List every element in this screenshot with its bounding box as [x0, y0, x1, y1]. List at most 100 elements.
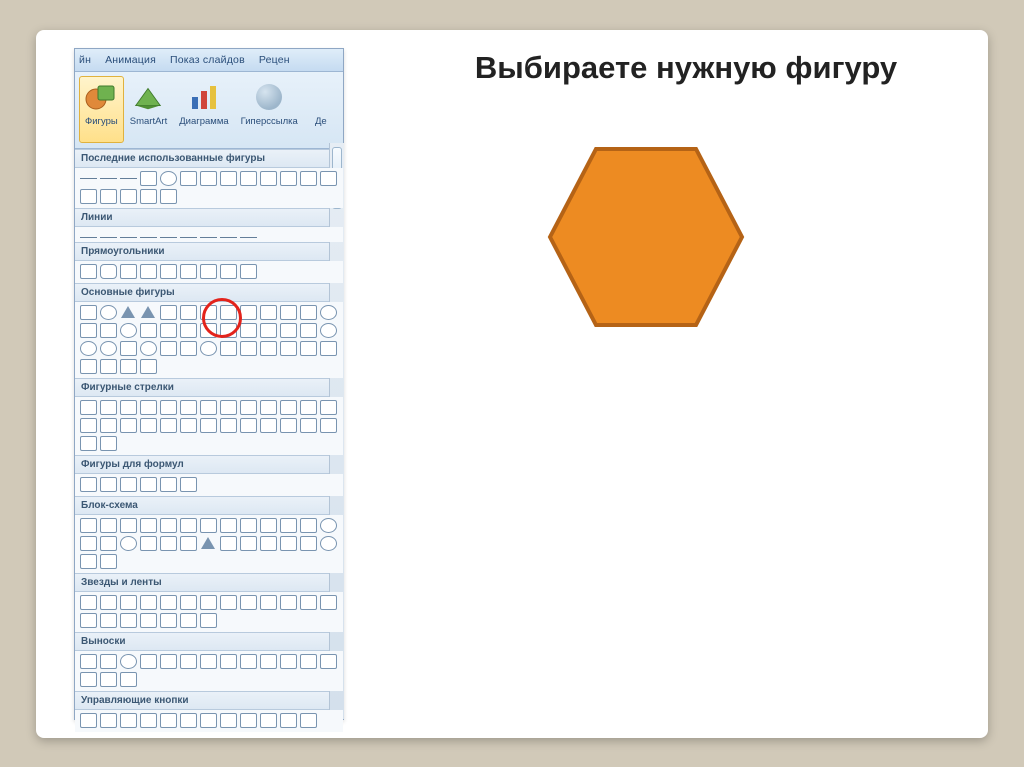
flow-icon[interactable]	[200, 518, 217, 533]
triangle-icon[interactable]	[120, 305, 137, 320]
shapes-button[interactable]: Фигуры	[79, 76, 124, 143]
flow-icon[interactable]	[160, 518, 177, 533]
shape-icon[interactable]	[240, 305, 257, 320]
action-button[interactable]: Де	[304, 76, 338, 143]
star-icon[interactable]	[120, 613, 137, 628]
flow-icon[interactable]	[120, 518, 137, 533]
oval-icon[interactable]	[160, 171, 177, 186]
flow-icon[interactable]	[140, 536, 157, 551]
shape-icon[interactable]	[320, 305, 337, 320]
shape-icon[interactable]	[80, 189, 97, 204]
line-icon[interactable]	[160, 237, 177, 238]
star-icon[interactable]	[200, 595, 217, 610]
star-icon[interactable]	[280, 595, 297, 610]
textbox-icon[interactable]	[80, 305, 97, 320]
divide-icon[interactable]	[140, 477, 157, 492]
shape-icon[interactable]	[260, 171, 277, 186]
star-icon[interactable]	[160, 613, 177, 628]
flow-icon[interactable]	[80, 554, 97, 569]
star-icon[interactable]	[120, 595, 137, 610]
callout-icon[interactable]	[320, 654, 337, 669]
rect-icon[interactable]	[240, 264, 257, 279]
line-icon[interactable]	[180, 237, 197, 238]
flow-icon[interactable]	[280, 518, 297, 533]
flow-icon[interactable]	[220, 518, 237, 533]
flow-icon[interactable]	[300, 518, 317, 533]
shape-icon[interactable]	[300, 305, 317, 320]
shape-icon[interactable]	[320, 323, 337, 338]
flow-icon[interactable]	[260, 518, 277, 533]
actionbtn-icon[interactable]	[200, 713, 217, 728]
actionbtn-icon[interactable]	[220, 713, 237, 728]
star-icon[interactable]	[300, 595, 317, 610]
flow-icon[interactable]	[80, 518, 97, 533]
actionbtn-icon[interactable]	[300, 713, 317, 728]
star-icon[interactable]	[320, 595, 337, 610]
shape-icon[interactable]	[80, 359, 97, 374]
shape-icon[interactable]	[120, 341, 137, 356]
flow-icon[interactable]	[140, 518, 157, 533]
flow-icon[interactable]	[300, 536, 317, 551]
shape-icon[interactable]	[100, 359, 117, 374]
shape-icon[interactable]	[200, 171, 217, 186]
star-icon[interactable]	[200, 613, 217, 628]
shape-icon[interactable]	[80, 341, 97, 356]
multiply-icon[interactable]	[120, 477, 137, 492]
flow-icon[interactable]	[240, 518, 257, 533]
tab-design[interactable]: йн	[79, 54, 91, 66]
actionbtn-icon[interactable]	[180, 713, 197, 728]
hyperlink-button[interactable]: Гиперссылка	[235, 76, 304, 143]
flow-icon[interactable]	[320, 518, 337, 533]
shape-icon[interactable]	[120, 189, 137, 204]
arrow-icon[interactable]	[280, 400, 297, 415]
shape-icon[interactable]	[280, 171, 297, 186]
star-icon[interactable]	[80, 613, 97, 628]
actionbtn-icon[interactable]	[80, 713, 97, 728]
callout-icon[interactable]	[80, 654, 97, 669]
arrow-icon[interactable]	[220, 400, 237, 415]
notequal-icon[interactable]	[180, 477, 197, 492]
shape-icon[interactable]	[220, 171, 237, 186]
star-icon[interactable]	[180, 613, 197, 628]
tab-animation[interactable]: Анимация	[105, 54, 156, 66]
shape-icon[interactable]	[140, 359, 157, 374]
arrow-icon[interactable]	[160, 418, 177, 433]
actionbtn-icon[interactable]	[240, 713, 257, 728]
rect-icon[interactable]	[140, 171, 157, 186]
shape-icon[interactable]	[320, 341, 337, 356]
shape-icon[interactable]	[100, 341, 117, 356]
shape-icon[interactable]	[260, 323, 277, 338]
diamond-icon[interactable]	[200, 305, 217, 320]
rect-icon[interactable]	[160, 264, 177, 279]
line-icon[interactable]	[140, 237, 157, 238]
line-icon[interactable]	[200, 237, 217, 238]
shape-icon[interactable]	[180, 341, 197, 356]
star-icon[interactable]	[100, 595, 117, 610]
arrow-icon[interactable]	[100, 418, 117, 433]
line-icon[interactable]	[120, 178, 137, 179]
shape-icon[interactable]	[140, 341, 157, 356]
flow-icon[interactable]	[100, 554, 117, 569]
star-icon[interactable]	[80, 595, 97, 610]
hexagon-icon[interactable]	[180, 323, 197, 338]
star-icon[interactable]	[140, 595, 157, 610]
shape-icon[interactable]	[260, 341, 277, 356]
shape-icon[interactable]	[260, 305, 277, 320]
flow-icon[interactable]	[200, 536, 217, 551]
callout-icon[interactable]	[180, 654, 197, 669]
shape-icon[interactable]	[100, 323, 117, 338]
tab-slideshow[interactable]: Показ слайдов	[170, 54, 245, 66]
flow-icon[interactable]	[100, 536, 117, 551]
rect-icon[interactable]	[120, 264, 137, 279]
shape-icon[interactable]	[320, 171, 337, 186]
trapezoid-icon[interactable]	[180, 305, 197, 320]
flow-icon[interactable]	[260, 536, 277, 551]
callout-icon[interactable]	[100, 672, 117, 687]
arrow-icon[interactable]	[300, 418, 317, 433]
actionbtn-icon[interactable]	[140, 713, 157, 728]
shape-icon[interactable]	[280, 323, 297, 338]
line-icon[interactable]	[220, 237, 237, 238]
shape-icon[interactable]	[160, 189, 177, 204]
shape-icon[interactable]	[160, 341, 177, 356]
line-icon[interactable]	[100, 178, 117, 179]
